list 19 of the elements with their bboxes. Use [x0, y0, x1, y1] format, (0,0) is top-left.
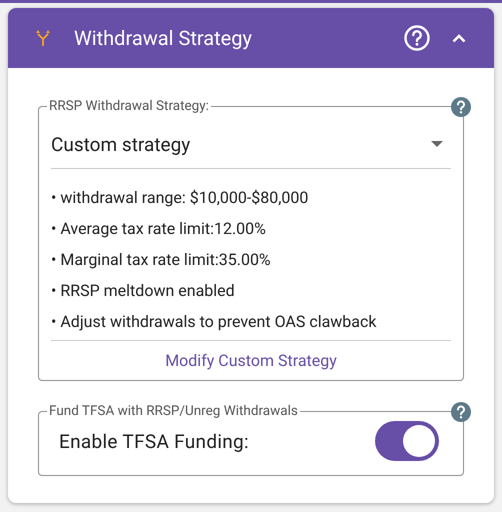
help-icon[interactable]	[451, 402, 471, 422]
fork-icon	[36, 30, 50, 46]
strategy-detail: • RRSP meltdown enabled	[51, 281, 236, 300]
modify-strategy-link[interactable]: Modify Custom Strategy	[165, 351, 337, 370]
card-title: Withdrawal Strategy	[74, 26, 253, 50]
group-legend: RRSP Withdrawal Strategy:	[47, 98, 211, 114]
dropdown-caret-icon	[431, 141, 443, 147]
strategy-detail: • Marginal tax rate limit:35.00%	[51, 250, 272, 269]
group-legend: Fund TFSA with RRSP/Unreg Withdrawals	[47, 403, 300, 419]
toggle-switch[interactable]	[375, 421, 439, 461]
strategy-detail: • Adjust withdrawals to prevent OAS clawback	[51, 312, 378, 331]
help-icon[interactable]	[451, 97, 471, 117]
chevron-icon[interactable]	[452, 34, 466, 42]
strategy-select[interactable]: Custom strategy	[51, 120, 451, 169]
strategy-detail: • Average tax rate limit:12.00%	[51, 219, 267, 238]
toggle-label: Enable TFSA Funding:	[59, 430, 249, 452]
card-header[interactable]: Withdrawal Strategy	[8, 8, 494, 68]
strategy-detail: • withdrawal range: $10,000-$80,000	[51, 188, 310, 207]
help-icon[interactable]	[404, 25, 430, 51]
